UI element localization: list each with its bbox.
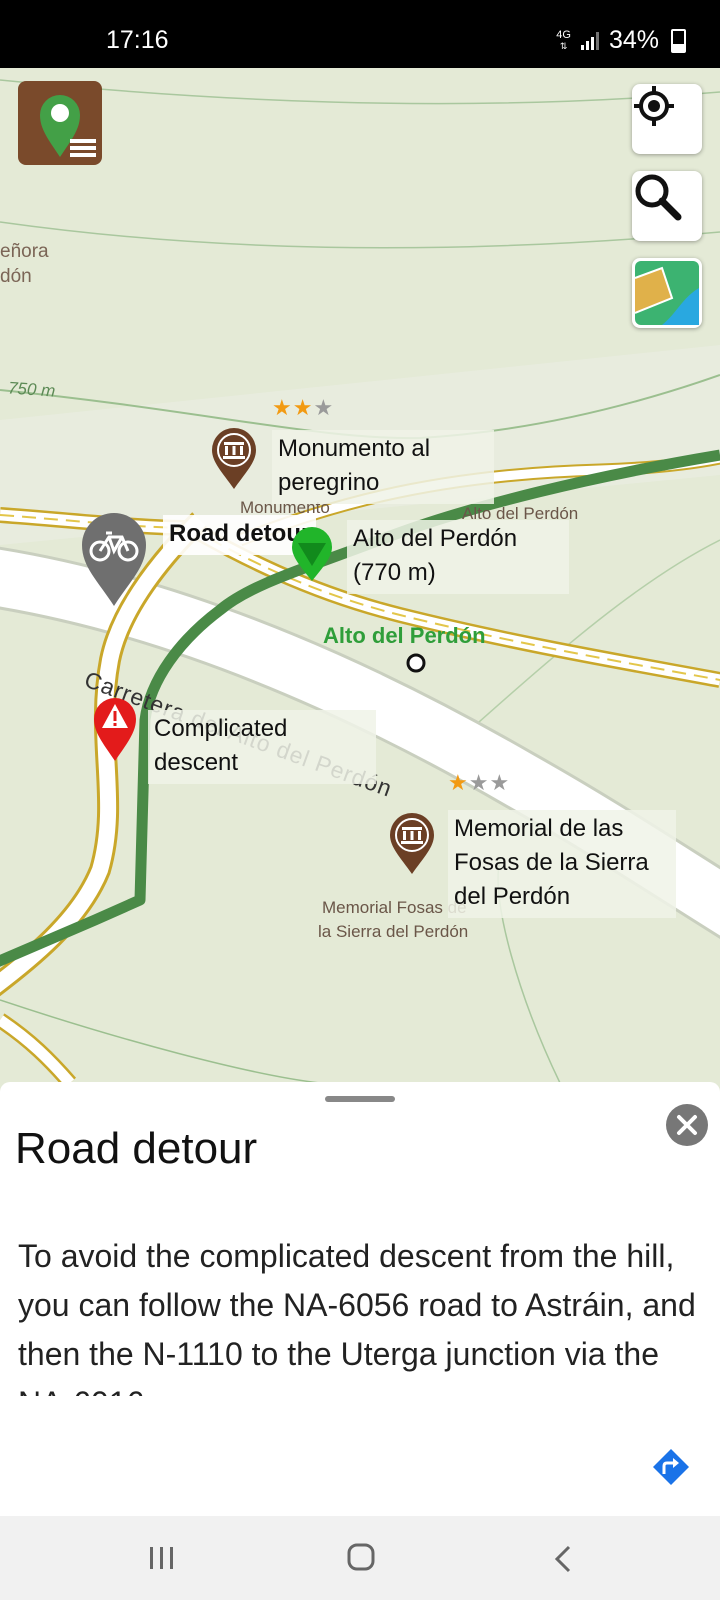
locate-button[interactable] xyxy=(632,84,702,154)
peak-map-label: Alto del Perdón xyxy=(323,623,486,648)
close-icon xyxy=(677,1115,697,1135)
poi-title-line: descent xyxy=(154,749,239,776)
contour-label: 750 m xyxy=(7,378,56,401)
poi-memorial-marker[interactable] xyxy=(388,813,436,875)
map-label-edge-2: dón xyxy=(0,266,32,287)
poi-menu-button[interactable] xyxy=(18,81,102,165)
gps-target-icon xyxy=(634,86,674,126)
poi-warning-marker[interactable] xyxy=(92,696,138,762)
poi-descent-label[interactable]: Complicated descent xyxy=(148,710,376,784)
system-nav-bar xyxy=(0,1516,720,1600)
map-layers-icon xyxy=(634,261,699,325)
map-layers-button[interactable] xyxy=(632,258,702,328)
poi-monumento-label[interactable]: Monumento al peregrino xyxy=(272,430,494,504)
bicycle-icon xyxy=(82,513,146,606)
sheet-title: Road detour xyxy=(15,1124,258,1173)
rating-memorial: ★★★ xyxy=(448,770,511,795)
sheet-description: To avoid the complicated descent from th… xyxy=(18,1238,696,1396)
monument-icon xyxy=(212,428,256,489)
detail-sheet[interactable]: Road detour To avoid the complicated des… xyxy=(0,1082,720,1516)
poi-road-detour-marker[interactable] xyxy=(80,511,148,607)
home-icon xyxy=(347,1543,375,1571)
poi-title-line: del Perdón xyxy=(454,883,571,910)
map-view[interactable]: eñora dón 750 m Carretera del Alto del P… xyxy=(0,68,720,1083)
close-button[interactable] xyxy=(666,1104,708,1146)
status-time: 17:16 xyxy=(106,26,169,54)
back-button[interactable] xyxy=(553,1544,573,1579)
sheet-drag-handle[interactable] xyxy=(325,1096,395,1102)
network-type: 4G ⇅ xyxy=(556,28,571,52)
poi-peak-marker[interactable] xyxy=(290,526,334,582)
poi-memorial-label[interactable]: Memorial de las Fosas de la Sierra del P… xyxy=(448,810,676,918)
poi-title-line: Complicated xyxy=(154,715,288,742)
poi-monumento-marker[interactable] xyxy=(210,428,258,490)
recents-icon xyxy=(150,1547,173,1569)
monument-icon xyxy=(390,813,434,874)
peak-marker-icon xyxy=(292,527,332,581)
rating-monumento: ★★★ xyxy=(272,395,335,420)
poi-peak-label[interactable]: Alto del Perdón (770 m) xyxy=(347,520,569,594)
network-label: 4G xyxy=(556,28,571,41)
poi-title-line: (770 m) xyxy=(353,559,436,586)
poi-title-line: peregrino xyxy=(278,469,380,496)
poi-title-line: Alto del Perdón xyxy=(353,525,518,552)
signal-icon xyxy=(580,31,599,50)
data-arrows-icon: ⇅ xyxy=(559,40,568,51)
directions-icon xyxy=(653,1449,689,1485)
status-bar: 17:16 4G ⇅ 34% xyxy=(0,0,720,68)
search-icon xyxy=(635,174,682,221)
poi-title-line: Memorial de las xyxy=(454,815,624,842)
poi-title-line: Fosas de la Sierra xyxy=(454,849,649,876)
map-pin-menu-icon xyxy=(40,95,96,157)
battery-percent: 34% xyxy=(608,26,659,54)
directions-button[interactable] xyxy=(652,1448,690,1486)
warning-icon xyxy=(94,698,136,761)
poi-title-line: Monumento al xyxy=(278,435,431,462)
status-indicators: 4G ⇅ 34% xyxy=(556,26,686,55)
recents-button[interactable] xyxy=(148,1545,176,1576)
map-label-edge-1: eñora xyxy=(0,241,49,262)
search-button[interactable] xyxy=(632,171,702,241)
memorial-map-label-2: la Sierra del Perdón xyxy=(318,922,469,941)
memorial-map-label-1: Memorial Fosas de xyxy=(322,898,467,917)
home-button[interactable] xyxy=(346,1542,376,1577)
battery-icon xyxy=(671,28,686,53)
back-icon xyxy=(554,1545,571,1573)
